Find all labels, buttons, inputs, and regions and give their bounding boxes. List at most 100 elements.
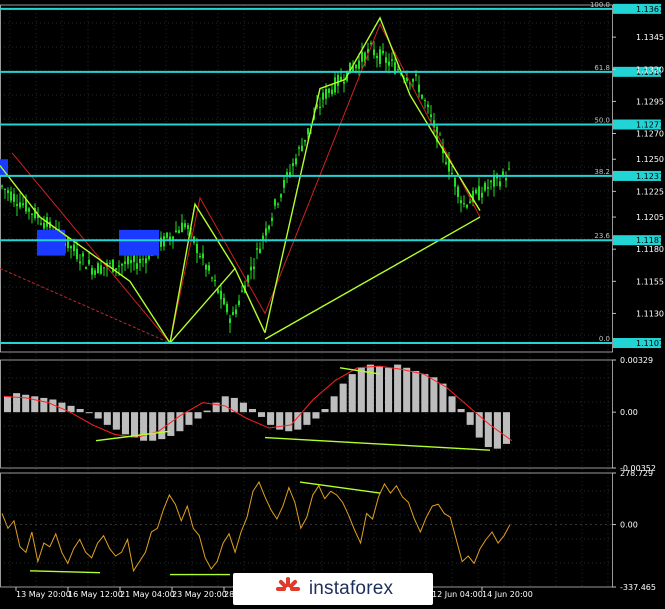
grid (0, 4, 613, 588)
fib-ratio-label: 100.0 (590, 1, 610, 9)
brand-name: instaforex (308, 578, 394, 599)
candle-body (361, 51, 363, 62)
candle-body (238, 300, 240, 305)
watermark-banner: instaforex (233, 573, 433, 605)
macd-histogram-bar (394, 364, 402, 413)
candle-body (28, 208, 30, 212)
candle-body (319, 106, 321, 109)
candle-body (67, 237, 69, 249)
macd-histogram-bar (103, 412, 111, 425)
candle-body (91, 267, 93, 275)
candle-body (181, 222, 183, 233)
candle-body (271, 217, 273, 221)
candle-body (265, 228, 267, 236)
instaforex-logo-icon (275, 577, 300, 591)
candle-body (298, 147, 300, 149)
candle-body (82, 253, 84, 257)
candle-body (40, 223, 42, 225)
candle-body (241, 290, 243, 292)
candle-body (355, 64, 357, 69)
candle-body (430, 114, 432, 118)
candle-body (262, 235, 264, 240)
fib-ratio-label: 61.8 (594, 64, 610, 72)
macd-histogram-bar (258, 412, 266, 417)
candle-body (478, 186, 480, 200)
candle-body (115, 268, 117, 271)
candle-body (232, 311, 234, 315)
price-panel[interactable]: 0.0 1.1107 23.6 1.1187 38.2 1.1237 50.0 1.1277 6… (0, 1, 664, 349)
candle-body (283, 179, 285, 188)
macd-histogram-bar (348, 374, 356, 413)
candle-body (109, 262, 111, 264)
candle-body (418, 84, 420, 93)
macd-histogram-bar (285, 412, 293, 432)
macd-divergence-line (264, 436, 491, 451)
candle-body (301, 145, 303, 152)
macd-histogram-bar (112, 412, 120, 430)
x-axis-label: 16 May 12:00 (68, 590, 123, 599)
panel-frame (0, 472, 613, 588)
candle-body (463, 203, 465, 205)
cci-tick-label: 278.729 (620, 469, 653, 478)
candle-body (475, 189, 477, 194)
candle-body (481, 192, 483, 198)
candle-body (487, 187, 489, 189)
macd-histogram-bar (466, 412, 474, 425)
candle-body (139, 258, 141, 263)
candle-body (490, 180, 492, 183)
macd-tick-label: 0.00 (620, 408, 638, 417)
fib-price-label: 1.1367 (636, 5, 664, 14)
candle-body (304, 139, 306, 142)
macd-histogram-bar (403, 367, 411, 413)
candle-body (205, 264, 207, 270)
zigzag-line (264, 216, 481, 340)
candle-body (7, 190, 9, 193)
macd-histogram-bar (421, 374, 429, 413)
price-tick-label: 1.1225 (636, 187, 664, 196)
candle-body (100, 265, 102, 274)
axis-labels: 1.1345 1.1320 1.1295 1.1270 1.1250 1.1225 1.12… (15, 33, 664, 599)
candle-body (145, 258, 147, 264)
candle-body (85, 267, 87, 270)
cci-line (1, 480, 511, 573)
cci-divergence-line (29, 570, 101, 574)
candle-body (295, 158, 297, 165)
candle-body (445, 162, 447, 164)
candle-body (175, 230, 177, 233)
candle-body (451, 173, 453, 175)
candle-body (121, 263, 123, 266)
macd-histogram-bar (357, 367, 365, 413)
candle-body (373, 49, 375, 56)
candle-body (289, 172, 291, 176)
cci-panel[interactable] (0, 480, 612, 576)
price-tick-label: 1.1130 (636, 309, 664, 318)
candle-body (493, 176, 495, 187)
macd-histogram-bar (149, 412, 157, 441)
candle-body (277, 203, 279, 205)
candle-body (73, 244, 75, 251)
candle-body (142, 258, 144, 260)
candle-body (334, 77, 336, 93)
trading-chart: 0.0 1.1107 23.6 1.1187 38.2 1.1237 50.0 1.1277 6… (0, 0, 665, 605)
candle-body (19, 202, 21, 208)
macd-tick-label: 0.00329 (620, 356, 653, 365)
candle-body (256, 248, 258, 250)
macd-histogram-bar (203, 410, 211, 413)
candle-body (70, 246, 72, 249)
macd-histogram-bar (31, 396, 39, 413)
candle-body (220, 290, 222, 300)
candle-body (508, 168, 510, 170)
candle-body (4, 188, 6, 190)
support-box (37, 229, 65, 256)
macd-panel[interactable] (3, 364, 513, 451)
candle-body (469, 201, 471, 204)
fib-price-label: 1.1277 (636, 121, 664, 130)
candle-body (505, 177, 507, 181)
candle-body (421, 94, 423, 99)
candle-body (196, 244, 198, 254)
x-axis-label: 14 Jun 20:00 (482, 590, 533, 599)
candle-body (274, 199, 276, 206)
candle-body (454, 177, 456, 187)
macd-histogram-bar (239, 402, 247, 413)
macd-histogram-bar (457, 409, 465, 413)
